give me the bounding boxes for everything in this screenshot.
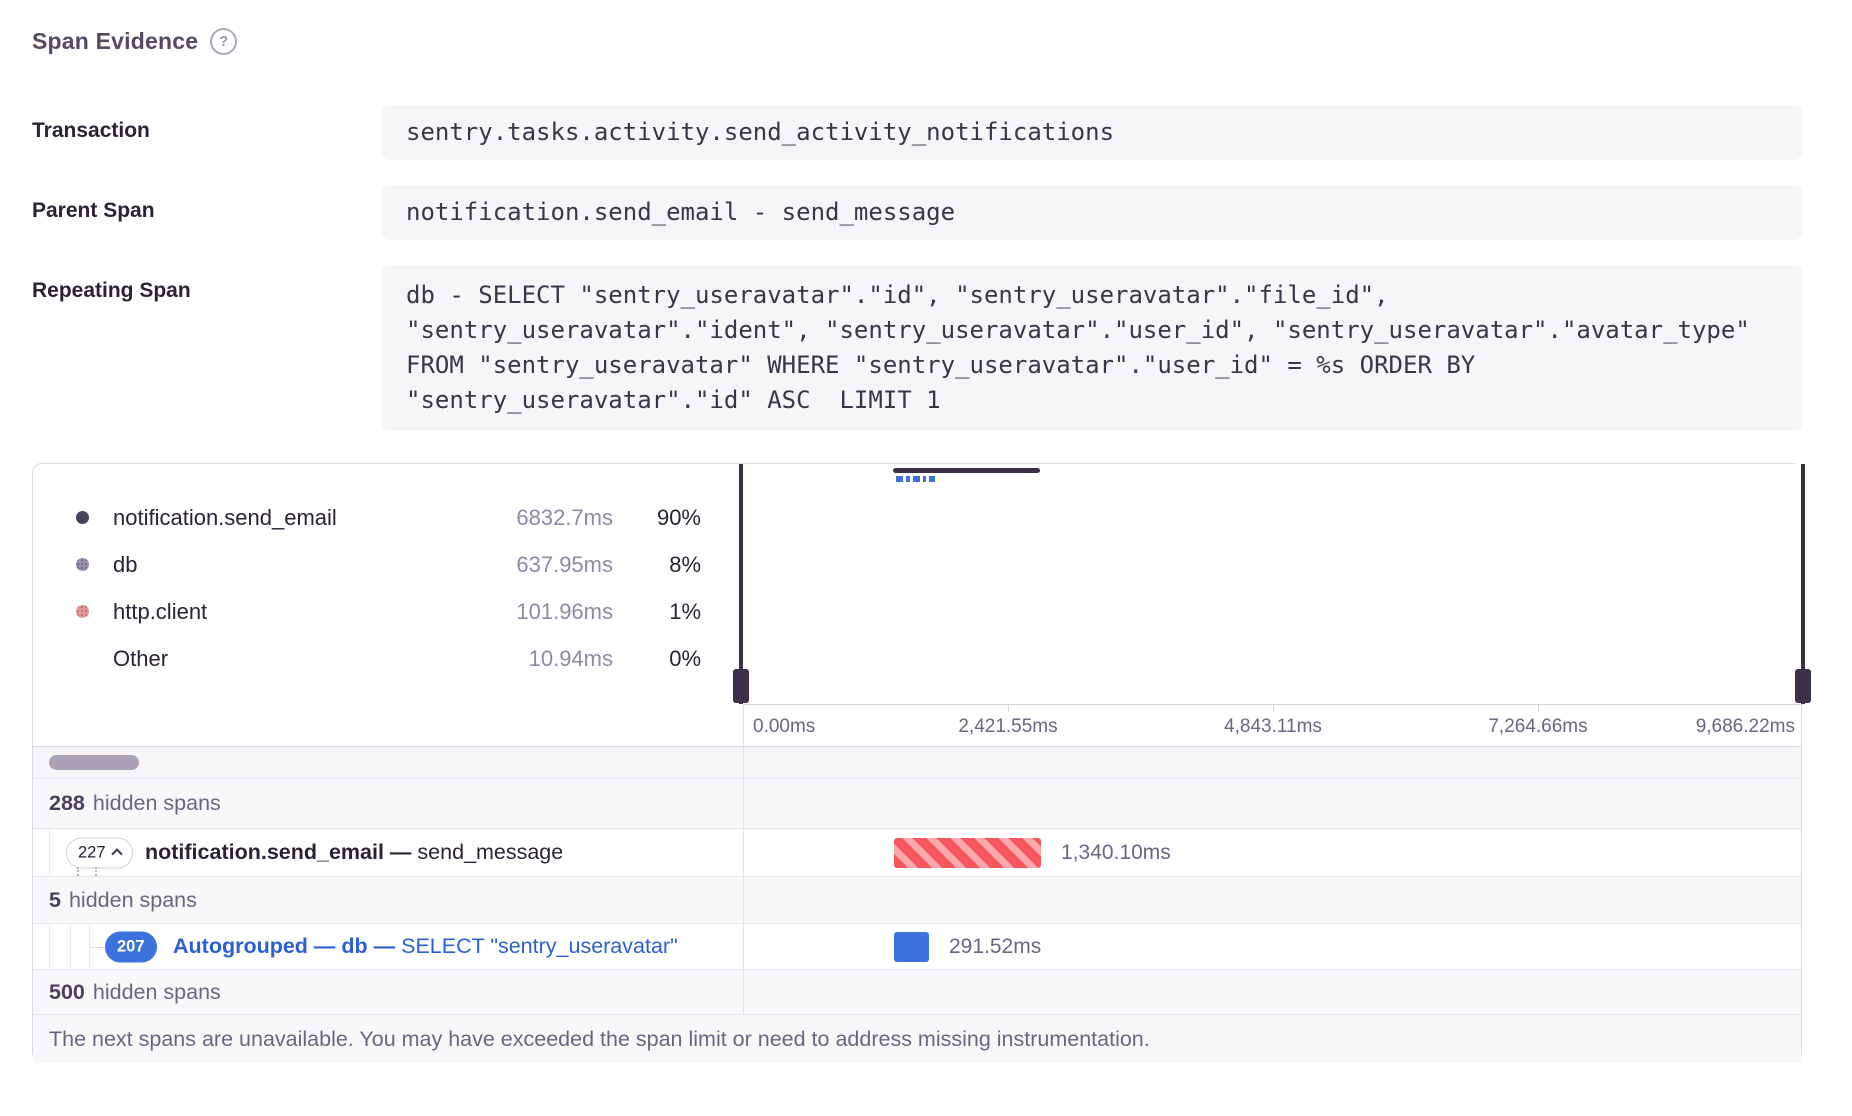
minimap-left-handle-grip[interactable] — [733, 669, 749, 703]
horizontal-scrollbar — [33, 746, 1801, 778]
tree-dotted-connector — [95, 867, 97, 876]
hidden-label: hidden spans — [93, 980, 221, 1005]
tree-guide-line — [70, 924, 71, 969]
span-description: send_message — [417, 840, 563, 864]
notice-text: The next spans are unavailable. You may … — [49, 1027, 1150, 1052]
span-waterfall-panel: notification.send_email 6832.7ms 90% db … — [32, 463, 1802, 1062]
legend-percent: 90% — [613, 505, 701, 531]
hidden-spans-row-mid[interactable]: 5 hidden spans — [33, 876, 1801, 923]
legend-duration: 6832.7ms — [463, 505, 613, 531]
legend-duration: 637.95ms — [463, 552, 613, 578]
axis-tick — [1008, 705, 1009, 712]
span-bar-cell: 1,340.10ms — [743, 829, 1801, 876]
axis-label-1: 2,421.55ms — [958, 716, 1057, 738]
span-title: notification.send_email — send_message — [145, 840, 563, 865]
span-bar-cell: 291.52ms — [743, 924, 1801, 969]
span-row-send-email[interactable]: 227 notification.send_email — send_messa… — [33, 828, 1801, 876]
legend-row-http-client: http.client 101.96ms 1% — [33, 588, 743, 635]
span-evidence-table: Transaction sentry.tasks.activity.send_a… — [32, 105, 1802, 456]
parent-span-value: notification.send_email - send_message — [382, 185, 1802, 240]
tree-connector-line — [89, 947, 105, 948]
axis-tick — [1538, 705, 1539, 712]
legend-percent: 8% — [613, 552, 701, 578]
legend-row-other: Other 10.94ms 0% — [33, 635, 743, 682]
hidden-spans-row-bottom[interactable]: 500 hidden spans — [33, 969, 1801, 1014]
span-group-toggle-badge[interactable]: 227 — [66, 837, 133, 868]
transaction-value: sentry.tasks.activity.send_activity_noti… — [382, 105, 1802, 160]
minimap-right-handle-grip[interactable] — [1795, 669, 1811, 703]
profile-section: notification.send_email 6832.7ms 90% db … — [33, 464, 1801, 746]
transaction-label: Transaction — [32, 105, 382, 143]
minimap-left-handle[interactable] — [739, 464, 743, 704]
legend-op: http.client — [113, 599, 463, 625]
legend-dot-http-client — [76, 605, 89, 618]
section-header: Span Evidence ? — [32, 28, 237, 55]
span-group-count: 227 — [78, 843, 106, 862]
tree-guide-line — [49, 924, 50, 969]
legend-op: notification.send_email — [113, 505, 463, 531]
hidden-count: 5 — [49, 888, 61, 913]
span-op: notification.send_email — — [145, 840, 411, 864]
legend-row-db: db 637.95ms 8% — [33, 541, 743, 588]
hidden-spans-row-top[interactable]: 288 hidden spans — [33, 778, 1801, 828]
legend-op: Other — [113, 646, 463, 672]
autogroup-op: Autogrouped — db — — [173, 934, 395, 958]
autogroup-description: SELECT "sentry_useravatar" — [401, 934, 678, 958]
axis-tick — [1273, 705, 1274, 712]
minimap-span-mark — [923, 476, 926, 482]
trace-minimap[interactable] — [743, 464, 1803, 704]
tree-guide-line — [49, 829, 50, 876]
autogroup-count: 207 — [117, 937, 145, 956]
span-duration-label: 1,340.10ms — [1061, 841, 1171, 865]
chevron-up-icon — [111, 848, 122, 859]
axis-label-2: 4,843.11ms — [1224, 716, 1322, 738]
span-name-cell: 227 notification.send_email — send_messa… — [33, 829, 743, 876]
legend-duration: 101.96ms — [463, 599, 613, 625]
repeating-span-row: Repeating Span db - SELECT "sentry_usera… — [32, 265, 1802, 431]
legend-percent: 0% — [613, 646, 701, 672]
repeating-span-value: db - SELECT "sentry_useravatar"."id", "s… — [382, 265, 1802, 431]
legend-dot-send-email — [76, 511, 89, 524]
repeating-span-label: Repeating Span — [32, 265, 382, 303]
transaction-row: Transaction sentry.tasks.activity.send_a… — [32, 105, 1802, 160]
axis-label-0: 0.00ms — [753, 716, 815, 738]
page-title: Span Evidence — [32, 28, 198, 55]
span-title: Autogrouped — db — SELECT "sentry_userav… — [173, 934, 678, 959]
span-op-legend: notification.send_email 6832.7ms 90% db … — [33, 464, 743, 746]
tree-dotted-connector — [77, 867, 79, 876]
time-axis: 0.00ms 2,421.55ms 4,843.11ms 7,264.66ms … — [743, 704, 1803, 746]
minimap-span-mark — [929, 476, 935, 482]
axis-label-4: 9,686.22ms — [1696, 716, 1795, 738]
span-limit-notice: The next spans are unavailable. You may … — [33, 1014, 1801, 1063]
legend-dot-other — [76, 652, 89, 665]
minimap-span-mark — [896, 476, 903, 482]
column-divider — [743, 704, 744, 1014]
minimap-span-mark — [913, 476, 920, 482]
span-name-cell: 207 Autogrouped — db — SELECT "sentry_us… — [33, 924, 743, 969]
span-duration-bar-error[interactable] — [894, 838, 1041, 868]
minimap-span-bar — [893, 468, 1040, 473]
legend-dot-db — [76, 558, 89, 571]
scrollbar-thumb[interactable] — [49, 755, 139, 770]
span-duration-label: 291.52ms — [949, 935, 1041, 959]
axis-label-3: 7,264.66ms — [1488, 716, 1587, 738]
legend-row-send-email: notification.send_email 6832.7ms 90% — [33, 494, 743, 541]
parent-span-row: Parent Span notification.send_email - se… — [32, 185, 1802, 240]
hidden-label: hidden spans — [93, 791, 221, 816]
autogroup-count-badge[interactable]: 207 — [105, 931, 157, 962]
legend-op: db — [113, 552, 463, 578]
span-duration-bar[interactable] — [894, 932, 929, 962]
hidden-count: 288 — [49, 791, 85, 816]
hidden-count: 500 — [49, 980, 85, 1005]
hidden-label: hidden spans — [69, 888, 197, 913]
minimap-right-handle[interactable] — [1801, 464, 1805, 704]
help-icon[interactable]: ? — [210, 28, 237, 55]
minimap-span-mark — [906, 476, 910, 482]
span-tree: 288 hidden spans 227 notification.send_e… — [33, 746, 1801, 1063]
legend-percent: 1% — [613, 599, 701, 625]
span-row-autogrouped[interactable]: 207 Autogrouped — db — SELECT "sentry_us… — [33, 923, 1801, 969]
legend-duration: 10.94ms — [463, 646, 613, 672]
parent-span-label: Parent Span — [32, 185, 382, 223]
